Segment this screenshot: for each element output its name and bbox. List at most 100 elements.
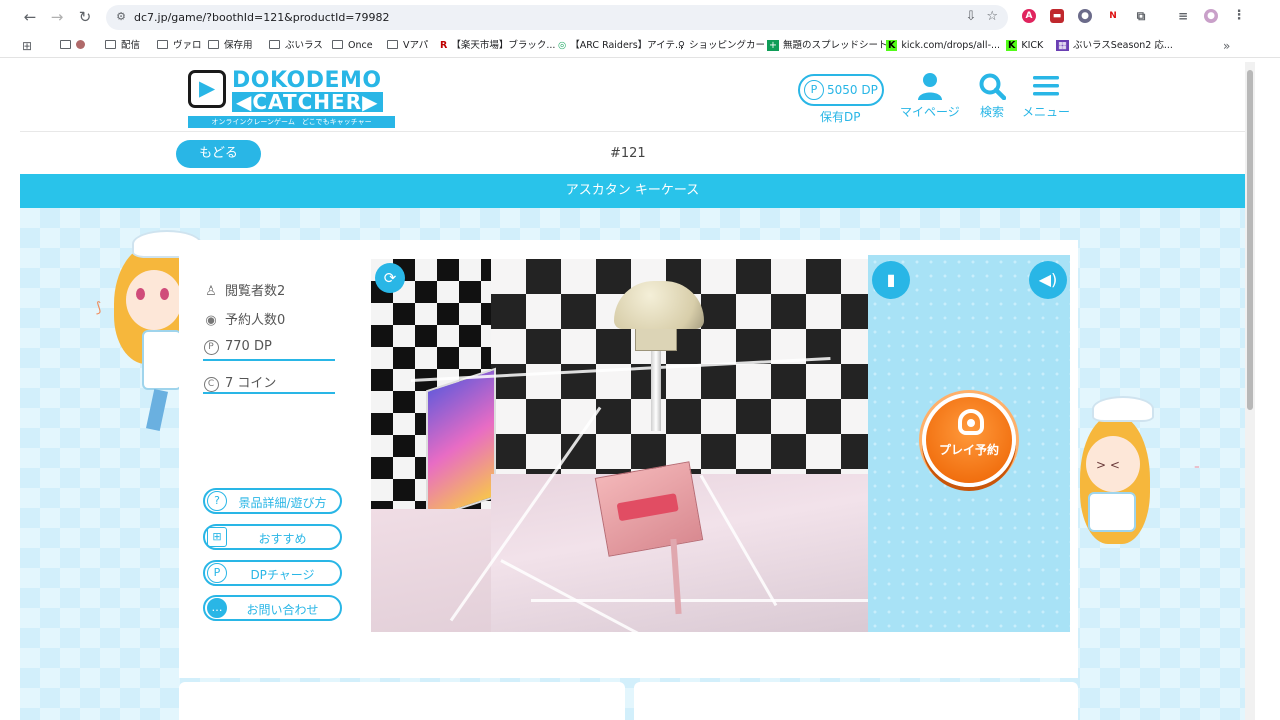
folder-icon — [387, 40, 398, 49]
sub-navigation: もどる #121 — [20, 132, 1245, 174]
mypage-button[interactable]: マイページ — [900, 72, 960, 120]
cabinet-poster — [426, 367, 496, 521]
dp-balance: 5050 DP — [827, 83, 878, 97]
play-cost-coin: C7 コイン — [203, 372, 276, 392]
apps-grid-icon[interactable]: ⊞ — [22, 39, 32, 53]
bookmark-star-icon[interactable]: ☆ — [986, 9, 998, 24]
window-edge — [1255, 62, 1280, 720]
folder-icon — [157, 40, 168, 49]
control-panel: ▮ ◀) プレイ予約 — [868, 255, 1070, 632]
address-bar[interactable]: ⚙ dc7.jp/game/?boothId=121&productId=799… — [106, 5, 1008, 30]
contact-label: お問い合わせ — [246, 603, 319, 617]
bookmark-folder-1[interactable]: 配信 — [105, 39, 140, 53]
play-reserve-button[interactable]: プレイ予約 — [922, 393, 1016, 487]
play-reserve-label: プレイ予約 — [938, 443, 999, 457]
claw-rod — [651, 351, 661, 431]
play-cost-dp: P 770 DP — [203, 339, 272, 355]
logo-subtitle: オンラインクレーンゲーム どこでもキャッチャー — [188, 116, 395, 128]
divider — [203, 359, 335, 361]
kick-icon: K — [1006, 40, 1018, 51]
sheets-icon: + — [767, 40, 779, 51]
extension-red-icon[interactable]: ▬ — [1050, 9, 1064, 23]
prize-details-label: 景品詳細/遊び方 — [238, 496, 327, 510]
page: DOKODEMO ◀CATCHER▶ オンラインクレーンゲーム どこでもキャッチ… — [20, 62, 1245, 720]
dp-balance-label: 保有DP — [820, 110, 861, 124]
logo-mark-icon — [188, 70, 226, 108]
profile-avatar-icon[interactable]: ● — [1204, 9, 1218, 23]
bookmark-folder-4[interactable]: ぶいラス — [269, 39, 323, 53]
copyright-coin-icon: C — [203, 376, 219, 392]
back-button[interactable]: もどる — [176, 140, 261, 168]
logo-text-bottom: ◀CATCHER▶ — [232, 92, 383, 112]
menu-button[interactable]: メニュー — [1022, 72, 1070, 120]
bookmark-spreadsheet[interactable]: + 無題のスプレッドシート... — [767, 39, 897, 53]
cart-icon: ⚲ — [678, 40, 685, 51]
bookmark-folder-2[interactable]: ヴァロ — [157, 39, 202, 53]
bookmark-shopping-cart[interactable]: ⚲ ショッピングカート — [678, 39, 774, 53]
dp-balance-pill[interactable]: P 5050 DP — [798, 74, 884, 106]
person-icon: ♙ — [205, 284, 217, 299]
extensions-puzzle-icon[interactable]: ⧉ — [1134, 9, 1148, 23]
chat-bubble-icon: … — [207, 598, 227, 618]
info-card-right — [634, 682, 1078, 720]
bookmark-folder-5[interactable]: Once — [332, 39, 373, 53]
forward-arrow-icon[interactable]: → — [47, 7, 67, 27]
mypage-label: マイページ — [900, 105, 960, 119]
bottle-icon[interactable]: ▮ — [872, 261, 910, 299]
dp-coin-icon: P — [207, 563, 227, 583]
bookmark-rakuten[interactable]: R 【楽天市場】ブラック... — [440, 39, 555, 53]
sound-icon[interactable]: ◀) — [1029, 261, 1067, 299]
bookmark-arc-raiders[interactable]: ◎ 【ARC Raiders】アイテ... — [558, 39, 684, 53]
switch-camera-icon[interactable]: ⟳ — [375, 263, 405, 293]
product-title: アスカタン キーケース — [20, 174, 1245, 208]
url-actions: ⇩ ☆ — [955, 9, 998, 24]
site-logo[interactable]: DOKODEMO ◀CATCHER▶ オンラインクレーンゲーム どこでもキャッチ… — [188, 68, 395, 128]
search-label: 検索 — [979, 105, 1004, 119]
install-app-icon[interactable]: ⇩ — [965, 9, 976, 24]
prize-key-case — [594, 461, 704, 557]
site-logo-icon: ▦ — [1056, 40, 1069, 51]
kick-icon: K — [886, 40, 898, 51]
viewer-count: ♙ 閲覧者数2 — [203, 280, 285, 299]
bookmarks-bar: ⊞ 配信 ヴァロ 保存用 ぶいラス Once Vアパ R 【楽天市場】ブラック..… — [0, 34, 1280, 58]
booth-number: #121 — [610, 146, 646, 161]
folder-icon — [269, 40, 280, 49]
search-icon — [979, 73, 1006, 100]
recommend-button[interactable]: ⊞ おすすめ — [203, 524, 342, 550]
rakuten-icon: R — [440, 40, 448, 51]
reload-icon[interactable]: ↻ — [75, 7, 95, 27]
gift-icon: ⊞ — [207, 527, 227, 547]
site-logo-icon: ◎ — [558, 40, 567, 51]
browser-toolbar: ← → ↻ ⚙ dc7.jp/game/?boothId=121&product… — [0, 0, 1280, 34]
more-bookmarks-icon[interactable]: » — [1223, 39, 1230, 53]
bookmark-kick-drops[interactable]: Kkick.com/drops/all-... — [886, 39, 1000, 53]
folder-icon — [208, 40, 219, 49]
dp-coin-icon: P — [804, 80, 824, 100]
contact-button[interactable]: … お問い合わせ — [203, 595, 342, 621]
recommend-label: おすすめ — [258, 532, 307, 546]
question-icon: ? — [207, 491, 227, 511]
hamburger-menu-icon — [1033, 76, 1059, 96]
browser-menu-icon[interactable]: ⋮ — [1232, 9, 1246, 23]
url-text[interactable]: dc7.jp/game/?boothId=121&productId=79982 — [134, 10, 390, 25]
extension-globe-icon[interactable]: ● — [1078, 9, 1092, 23]
scrollbar-thumb[interactable] — [1247, 70, 1253, 410]
folder-icon — [60, 40, 71, 49]
bookmark-vlas-season2[interactable]: ▦ ぶいラスSeason2 応... — [1056, 39, 1173, 53]
dp-coin-icon: P — [203, 339, 219, 355]
bookmark-folder-6[interactable]: Vアパ — [387, 39, 428, 53]
bookmark-folder-0[interactable] — [60, 39, 85, 53]
search-button[interactable]: 検索 — [978, 72, 1006, 120]
media-control-icon[interactable]: ≡ — [1176, 9, 1190, 23]
prize-details-button[interactable]: ? 景品詳細/遊び方 — [203, 488, 342, 514]
page-scrollbar[interactable] — [1245, 62, 1255, 720]
extension-n-icon[interactable]: N — [1106, 9, 1120, 23]
folder-icon — [332, 40, 343, 49]
bookmark-folder-3[interactable]: 保存用 — [208, 39, 253, 53]
adblock-extension-icon[interactable]: A — [1022, 9, 1036, 23]
bookmark-kick[interactable]: K KICK — [1006, 39, 1043, 53]
live-camera-feed: ⟳ — [371, 259, 868, 632]
back-arrow-icon[interactable]: ← — [20, 7, 40, 27]
dp-charge-button[interactable]: P DPチャージ — [203, 560, 342, 586]
site-info-icon[interactable]: ⚙ — [114, 10, 128, 24]
